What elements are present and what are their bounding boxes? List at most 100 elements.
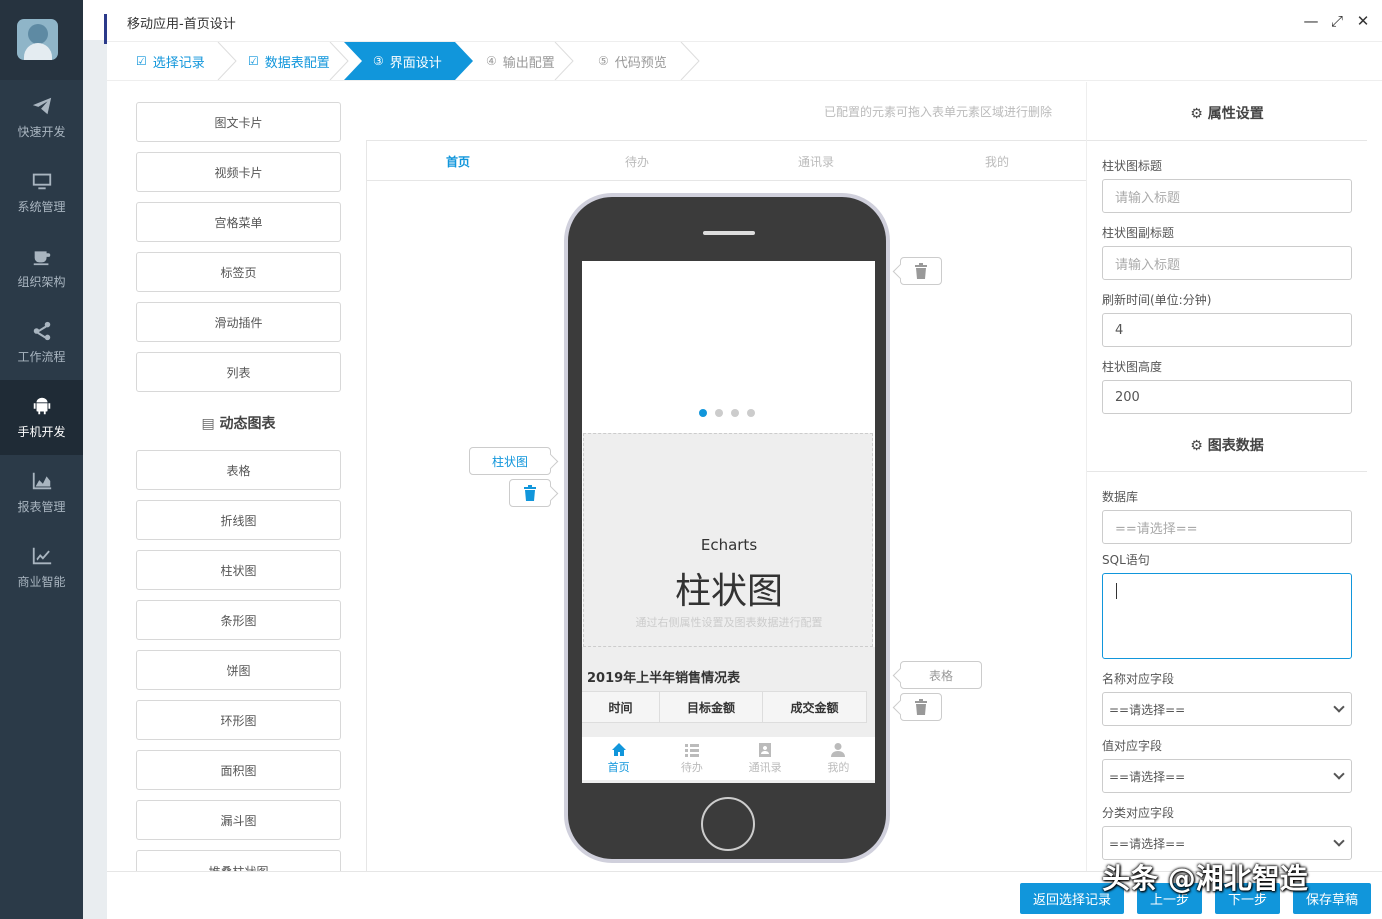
phone-home-button: [701, 797, 755, 851]
coffee-cup-icon: [33, 251, 50, 266]
sidebar-item-system[interactable]: 系统管理: [0, 155, 83, 230]
sidebar-item-org[interactable]: 组织架构: [0, 230, 83, 305]
slider-dot[interactable]: [731, 409, 739, 417]
chart-data-title: ⚙ 图表数据: [1087, 435, 1367, 455]
component-area-chart[interactable]: 面积图: [136, 750, 341, 790]
bar-chart-tag-label: 柱状图: [491, 454, 528, 469]
delete-table-button[interactable]: [900, 693, 942, 721]
phone-nav-contacts[interactable]: 通讯录: [729, 737, 802, 780]
refresh-time-label: 刷新时间(单位:分钟): [1102, 293, 1212, 307]
steps-divider: [107, 80, 1382, 81]
chart-config-hint: 通过右侧属性设置及图表数据进行配置: [635, 616, 823, 629]
phone-nav-label: 通讯录: [748, 761, 782, 774]
component-horizontal-bar-chart[interactable]: 条形图: [136, 600, 341, 640]
phone-nav-mine[interactable]: 我的: [802, 737, 875, 780]
value-field-select[interactable]: ==请选择==: [1102, 759, 1352, 793]
drag-hint: 已配置的元素可拖入表单元素区域进行删除: [824, 105, 1053, 119]
design-dialog: 移动应用-首页设计 — ⤢ ✕ ☑ 选择记录 ☑ 数据表配置 ③ 界面设计 ④ …: [107, 0, 1382, 919]
component-grid-menu[interactable]: 宫格菜单: [136, 202, 341, 242]
phone-nav-home[interactable]: 首页: [582, 737, 655, 780]
tab-home[interactable]: 首页: [446, 153, 470, 170]
slider-dot[interactable]: [699, 409, 707, 417]
refresh-time-input[interactable]: 4: [1102, 313, 1352, 347]
tab-mine[interactable]: 我的: [985, 153, 1009, 170]
text-caret: [1116, 583, 1117, 599]
sidebar-item-quick-dev[interactable]: 快速开发: [0, 80, 83, 155]
paper-plane-icon: [32, 97, 51, 115]
sidebar-item-label: 工作流程: [17, 350, 66, 364]
avatar[interactable]: [17, 19, 58, 60]
phone-nav-todo[interactable]: 待办: [655, 737, 728, 780]
phone-nav-label: 我的: [827, 761, 850, 774]
tab-contacts[interactable]: 通讯录: [798, 153, 834, 170]
component-image-card[interactable]: 图文卡片: [136, 102, 341, 142]
monitor-icon: [32, 173, 51, 190]
bar-title-input[interactable]: 请输入标题: [1102, 179, 1352, 213]
step-output-config[interactable]: ④ 输出配置: [486, 42, 555, 80]
step-label: 输出配置: [502, 55, 555, 71]
minimize-button[interactable]: —: [1302, 12, 1320, 30]
step-select-record[interactable]: ☑ 选择记录: [136, 42, 205, 80]
table-tag[interactable]: 表格: [900, 661, 982, 689]
trash-icon: [915, 263, 927, 279]
design-tabs: 首页 待办 通讯录 我的: [367, 141, 1086, 181]
list-icon: [684, 744, 699, 757]
sidebar-item-mobile-dev[interactable]: 手机开发: [0, 380, 83, 455]
phone-nav-label: 待办: [680, 761, 703, 774]
component-bar-chart[interactable]: 柱状图: [136, 550, 341, 590]
close-button[interactable]: ✕: [1354, 12, 1372, 30]
component-table[interactable]: 表格: [136, 450, 341, 490]
component-funnel-chart[interactable]: 漏斗图: [136, 800, 341, 840]
step-ui-design[interactable]: ③ 界面设计: [373, 42, 442, 80]
line-chart-icon: [32, 547, 51, 565]
component-tabs[interactable]: 标签页: [136, 252, 341, 292]
component-ring-chart[interactable]: 环形图: [136, 700, 341, 740]
component-video-card[interactable]: 视频卡片: [136, 152, 341, 192]
share-icon: [33, 321, 50, 341]
bar-subtitle-label: 柱状图副标题: [1102, 226, 1175, 240]
android-icon: [33, 397, 50, 415]
checkbox-icon: ☑: [248, 54, 259, 68]
wizard-steps: ☑ 选择记录 ☑ 数据表配置 ③ 界面设计 ④ 输出配置 ⑤ 代码预览: [125, 42, 805, 80]
database-input[interactable]: ==请选择==: [1102, 510, 1352, 544]
bar-chart-widget[interactable]: Echarts 柱状图 通过右侧属性设置及图表数据进行配置: [583, 433, 873, 647]
column-header: 时间: [582, 692, 660, 722]
step-table-config[interactable]: ☑ 数据表配置: [248, 42, 330, 80]
properties-title: ⚙ 属性设置: [1087, 103, 1367, 123]
sidebar-item-label: 报表管理: [17, 500, 66, 514]
delete-bar-chart-button[interactable]: [509, 479, 551, 507]
newspaper-icon: ▤: [201, 416, 215, 432]
name-field-select[interactable]: ==请选择==: [1102, 692, 1352, 726]
phone-screen: Echarts 柱状图 通过右侧属性设置及图表数据进行配置 2019年上半年销售…: [582, 261, 875, 783]
chevron-down-icon: [1333, 835, 1345, 847]
slider-widget[interactable]: [582, 261, 875, 433]
slider-dot[interactable]: [747, 409, 755, 417]
sql-textarea[interactable]: [1102, 573, 1352, 659]
left-sidebar: 快速开发 系统管理 组织架构 工作流程 手机开发 报表管理 商业智能: [0, 0, 83, 919]
bar-chart-tag[interactable]: 柱状图: [469, 447, 551, 475]
tab-todo[interactable]: 待办: [625, 153, 649, 170]
sidebar-item-workflow[interactable]: 工作流程: [0, 305, 83, 380]
slider-dot[interactable]: [715, 409, 723, 417]
area-chart-icon: [32, 472, 51, 490]
component-slider[interactable]: 滑动插件: [136, 302, 341, 342]
sidebar-header: [0, 0, 83, 80]
component-pie-chart[interactable]: 饼图: [136, 650, 341, 690]
sidebar-item-reports[interactable]: 报表管理: [0, 455, 83, 530]
category-field-select[interactable]: ==请选择==: [1102, 826, 1352, 860]
step-code-preview[interactable]: ⑤ 代码预览: [598, 42, 667, 80]
table-widget[interactable]: 2019年上半年销售情况表 时间 目标金额 成交金额: [582, 647, 875, 739]
delete-slider-button[interactable]: [900, 257, 942, 285]
bar-height-input[interactable]: 200: [1102, 380, 1352, 414]
component-list[interactable]: 列表: [136, 352, 341, 392]
component-stacked-bar-chart[interactable]: 堆叠柱状图: [136, 850, 341, 871]
sidebar-item-bi[interactable]: 商业智能: [0, 530, 83, 605]
component-line-chart[interactable]: 折线图: [136, 500, 341, 540]
bar-subtitle-input[interactable]: 请输入标题: [1102, 246, 1352, 280]
sql-label: SQL语句: [1102, 553, 1150, 567]
select-value: ==请选择==: [1109, 769, 1186, 784]
category-field-label: 分类对应字段: [1102, 806, 1175, 820]
sidebar-item-label: 组织架构: [17, 275, 66, 289]
sidebar-nav: 快速开发 系统管理 组织架构 工作流程 手机开发 报表管理 商业智能: [0, 80, 83, 605]
maximize-button[interactable]: ⤢: [1328, 12, 1346, 30]
